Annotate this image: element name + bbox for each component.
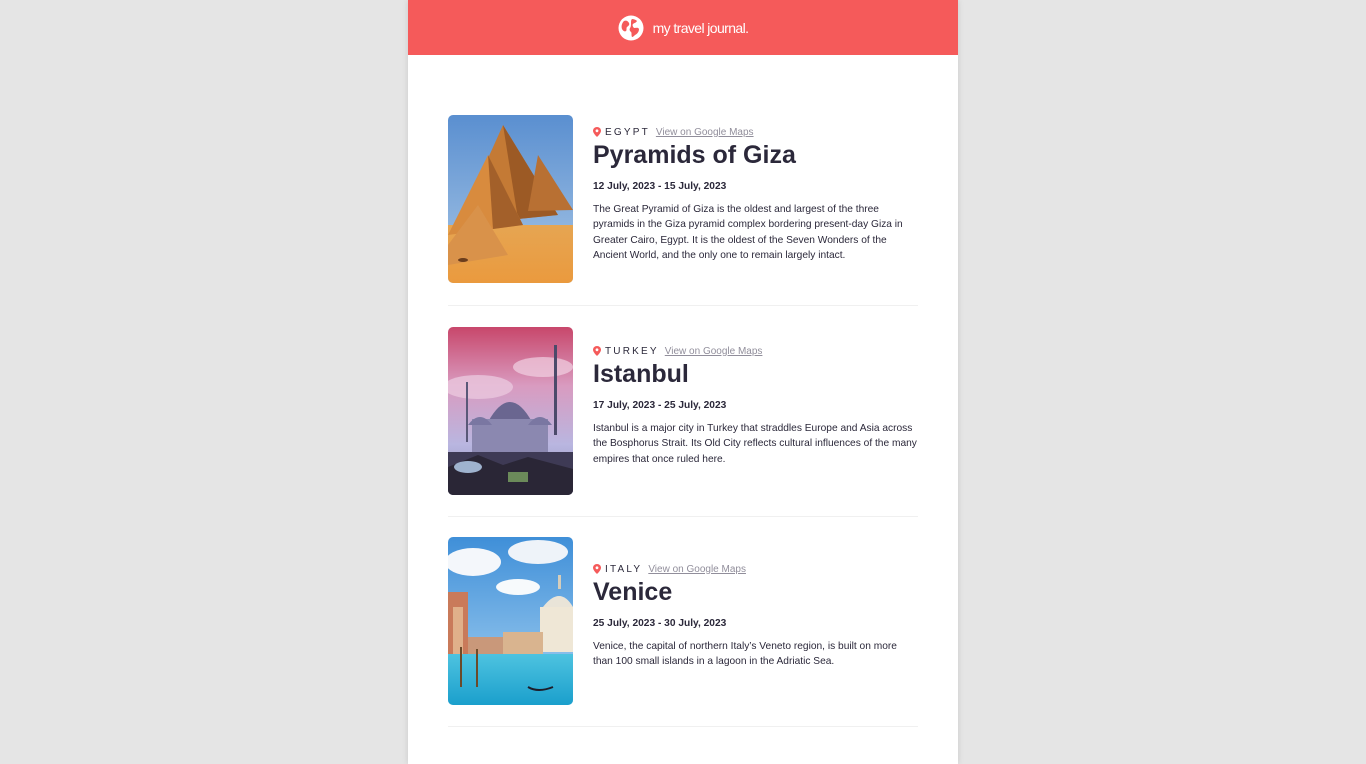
country-label: ITALY	[605, 563, 643, 575]
location-pin-icon	[593, 564, 601, 574]
app-title: my travel journal.	[652, 19, 749, 36]
location-pin-icon	[593, 127, 601, 137]
entry-info: ITALY View on Google Maps Venice 25 July…	[593, 537, 918, 726]
app-header: my travel journal.	[408, 0, 958, 55]
place-title: Pyramids of Giza	[593, 141, 796, 169]
place-description: The Great Pyramid of Giza is the oldest …	[593, 204, 903, 261]
journal-entries: EGYPT View on Google Maps Pyramids of Gi…	[448, 115, 918, 727]
journal-entry: EGYPT View on Google Maps Pyramids of Gi…	[448, 115, 918, 306]
place-description: Venice, the capital of northern Italy’s …	[593, 641, 897, 668]
trip-dates: 12 July, 2023 - 15 July, 2023	[593, 181, 727, 192]
place-title: Venice	[593, 578, 673, 606]
journal-entry: TURKEY View on Google Maps Istanbul 17 J…	[448, 327, 918, 517]
venice-canal-photo	[448, 537, 573, 705]
pyramids-photo	[448, 115, 573, 283]
place-title: Istanbul	[593, 360, 689, 388]
journal-entry: ITALY View on Google Maps Venice 25 July…	[448, 537, 918, 727]
globe-icon	[618, 15, 644, 40]
trip-dates: 25 July, 2023 - 30 July, 2023	[593, 618, 727, 629]
location-pin-icon	[593, 346, 601, 356]
location-row: TURKEY View on Google Maps	[593, 344, 918, 358]
google-maps-link[interactable]: View on Google Maps	[665, 346, 763, 357]
google-maps-link[interactable]: View on Google Maps	[648, 564, 746, 575]
place-description: Istanbul is a major city in Turkey that …	[593, 423, 917, 465]
journal-app: my travel journal. EGYPT View on Google …	[408, 0, 958, 764]
istanbul-mosque-photo	[448, 327, 573, 495]
country-label: TURKEY	[605, 345, 659, 357]
entry-info: EGYPT View on Google Maps Pyramids of Gi…	[593, 115, 918, 305]
country-label: EGYPT	[605, 126, 650, 138]
google-maps-link[interactable]: View on Google Maps	[656, 127, 754, 138]
entry-info: TURKEY View on Google Maps Istanbul 17 J…	[593, 327, 918, 516]
location-row: ITALY View on Google Maps	[593, 562, 918, 576]
location-row: EGYPT View on Google Maps	[593, 125, 918, 139]
trip-dates: 17 July, 2023 - 25 July, 2023	[593, 400, 727, 411]
